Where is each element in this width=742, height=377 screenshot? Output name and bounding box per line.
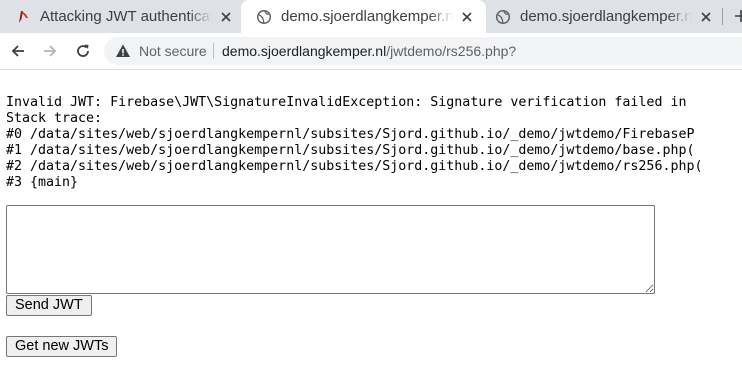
url-host: demo.sjoerdlangkemper.nl [222, 43, 387, 59]
forward-arrow-icon [44, 45, 57, 57]
url-text[interactable]: demo.sjoerdlangkemper.nl/jwtdemo/rs256.p… [222, 43, 516, 59]
tab-separator [722, 8, 723, 25]
tab-rs256-demo[interactable]: demo.sjoerdlangkemper.nl/jwtdemo/rs256.p… [241, 0, 486, 33]
tab-strip: Attacking JWT authentication demo.sjoerd… [0, 0, 742, 33]
security-status-label[interactable]: Not secure [139, 43, 207, 59]
send-jwt-button[interactable]: Send JWT [6, 295, 92, 316]
globe-icon [495, 9, 511, 25]
close-icon[interactable] [698, 9, 714, 25]
tab-attacking-jwt[interactable]: Attacking JWT authentication [0, 0, 245, 33]
back-arrow-icon [11, 45, 24, 57]
tab-title: Attacking JWT authentication [40, 8, 212, 25]
globe-icon [256, 9, 272, 25]
tab-jwtdemo[interactable]: demo.sjoerdlangkemper.nl/jwtdemo/ [480, 0, 725, 33]
tab-title: demo.sjoerdlangkemper.nl/jwtdemo/rs256.p… [281, 8, 453, 25]
close-icon[interactable] [218, 9, 234, 25]
warning-icon[interactable] [115, 43, 131, 59]
forward-button[interactable] [40, 41, 60, 61]
browser-toolbar: Not secure demo.sjoerdlangkemper.nl/jwtd… [0, 33, 742, 70]
omnibox-divider [213, 43, 214, 59]
tab-title: demo.sjoerdlangkemper.nl/jwtdemo/ [520, 8, 692, 25]
reload-icon [77, 44, 89, 57]
address-bar[interactable]: Not secure demo.sjoerdlangkemper.nl/jwtd… [104, 37, 742, 65]
sjoerd-logo-icon [15, 9, 31, 25]
get-new-jwts-button[interactable]: Get new JWTs [6, 336, 118, 357]
jwt-input[interactable] [6, 205, 655, 294]
back-button[interactable] [8, 41, 28, 61]
close-icon[interactable] [459, 9, 475, 25]
url-path: /jwtdemo/rs256.php? [386, 43, 517, 59]
reload-button[interactable] [73, 41, 93, 61]
error-message: Invalid JWT: Firebase\JWT\SignatureInval… [6, 95, 703, 190]
new-tab-icon[interactable] [733, 8, 742, 24]
page-content: Invalid JWT: Firebase\JWT\SignatureInval… [0, 70, 742, 377]
